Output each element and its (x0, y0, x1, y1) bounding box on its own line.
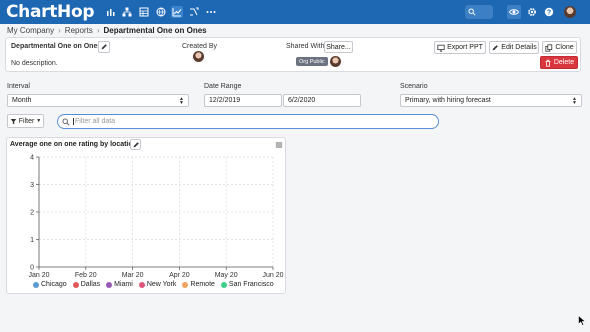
scenario-label: Scenario (400, 83, 428, 90)
edit-details-label: Edit Details (501, 44, 537, 51)
rename-button[interactable] (98, 41, 110, 53)
legend-swatch (106, 281, 113, 288)
hierarchy-icon[interactable] (121, 6, 133, 18)
date-start-input[interactable]: 12/2/2019 (204, 94, 282, 107)
chart-plot: 0 1 2 3 4 Jan 20 Feb 20 Mar 20 Apr 20 May 20 Jun 2… (28, 155, 283, 280)
global-search-button[interactable] (465, 5, 493, 19)
edit-details-button[interactable]: Edit Details (489, 41, 539, 54)
scenario-value: Primary, with hiring forecast (405, 97, 491, 104)
export-ppt-label: Export PPT (447, 44, 483, 51)
svg-text:?: ? (547, 10, 551, 17)
org-public-badge: Org Public (296, 57, 328, 66)
more-icon[interactable] (205, 6, 217, 18)
x-tick-label: Mar 20 (122, 272, 144, 279)
charthop-logo[interactable]: ChartHop (6, 2, 95, 22)
legend-label: New York (146, 281, 177, 288)
x-tick-label: Jun 20 (262, 272, 283, 279)
legend-item[interactable]: Remote (182, 281, 215, 288)
filter-search-input[interactable]: Filter all data (57, 114, 439, 129)
chevron-right-icon: › (96, 26, 100, 35)
settings-icon[interactable] (525, 5, 539, 19)
user-avatar[interactable] (563, 5, 577, 19)
created-by-label: Created By (182, 43, 218, 50)
trash-icon (545, 59, 551, 67)
chevron-right-icon: › (58, 26, 61, 35)
x-tick-label: Jan 20 (28, 272, 49, 279)
breadcrumb-my-company[interactable]: My Company (7, 26, 54, 35)
pencil-icon (492, 44, 499, 50)
clone-button[interactable]: Clone (542, 41, 577, 54)
org-chart-icon[interactable] (105, 6, 117, 18)
legend-label: San Francisco (228, 281, 274, 288)
search-icon (62, 118, 70, 126)
shared-with-label: Shared With (286, 43, 325, 50)
legend-swatch (72, 281, 79, 288)
y-tick-label: 3 (30, 182, 34, 189)
clone-label: Clone (555, 44, 574, 51)
x-tick-label: Feb 20 (75, 272, 97, 279)
reports-icon[interactable] (171, 6, 183, 18)
legend-label: Dallas (80, 281, 101, 288)
chart-legend: Chicago Dallas Miami New York Remote San Fran… (33, 281, 274, 288)
legend-swatch (138, 281, 145, 288)
report-description: No description. (11, 60, 58, 67)
interval-select[interactable]: Month ▲ ▼ (7, 94, 189, 107)
breadcrumb: My Company › Reports › Departmental One on O… (7, 26, 207, 35)
filter-placeholder: Filter all data (73, 118, 116, 125)
creator-avatar[interactable] (193, 51, 204, 62)
interval-value: Month (12, 97, 32, 104)
mouse-cursor-icon (578, 315, 586, 326)
scenario-select[interactable]: Primary, with hiring forecast ▲ ▼ (400, 94, 582, 107)
filter-label: Filter (18, 117, 35, 125)
date-end-input[interactable]: 6/2/2020 (283, 94, 361, 107)
view-icon[interactable] (507, 5, 521, 19)
legend-item[interactable]: Dallas (72, 281, 101, 288)
y-tick-label: 2 (30, 210, 34, 217)
chart-card: Average one on one rating by location 01… (6, 137, 286, 294)
legend-swatch (33, 281, 39, 288)
help-icon[interactable]: ? (542, 5, 556, 19)
share-button[interactable]: Share... (324, 41, 353, 53)
y-tick-label: 0 (30, 265, 34, 272)
delete-label: Delete (553, 59, 575, 66)
select-arrows-icon: ▲ ▼ (572, 96, 577, 106)
legend-label: Chicago (41, 281, 67, 288)
filter-button[interactable]: Filter ▼ (7, 114, 44, 128)
interval-label: Interval (7, 83, 30, 90)
copy-icon (545, 43, 553, 52)
shared-user-avatar[interactable] (330, 56, 341, 67)
y-tick-label: 1 (30, 237, 34, 244)
legend-item[interactable]: San Francisco (220, 281, 274, 288)
delete-button[interactable]: Delete (540, 56, 578, 69)
legend-label: Miami (114, 281, 133, 288)
monitor-icon (437, 44, 445, 52)
globe-icon[interactable] (155, 6, 167, 18)
select-arrows-icon: ▲ ▼ (179, 96, 184, 106)
merge-icon[interactable] (188, 6, 200, 18)
date-range-label: Date Range (204, 83, 242, 90)
top-nav-bar: ChartHop ? (0, 0, 590, 24)
legend-swatch (220, 281, 227, 288)
x-tick-label: Apr 20 (169, 272, 190, 279)
filter-icon (10, 118, 17, 124)
report-details-panel: Departmental One on Ones No description.… (5, 37, 581, 72)
x-tick-label: May 20 (215, 272, 238, 279)
legend-item[interactable]: New York (138, 281, 177, 288)
pencil-icon (101, 44, 107, 50)
legend-item[interactable]: Chicago (33, 281, 67, 288)
caret-down-icon: ▼ (36, 118, 42, 124)
breadcrumb-reports[interactable]: Reports (65, 26, 93, 35)
y-tick-label: 4 (30, 155, 34, 162)
legend-item[interactable]: Miami (106, 281, 133, 288)
export-ppt-button[interactable]: Export PPT (434, 41, 486, 54)
table-icon[interactable] (138, 6, 150, 18)
legend-swatch (182, 281, 189, 288)
report-name: Departmental One on Ones (11, 43, 102, 50)
legend-label: Remote (190, 281, 215, 288)
breadcrumb-current: Departmental One on Ones (103, 26, 207, 35)
